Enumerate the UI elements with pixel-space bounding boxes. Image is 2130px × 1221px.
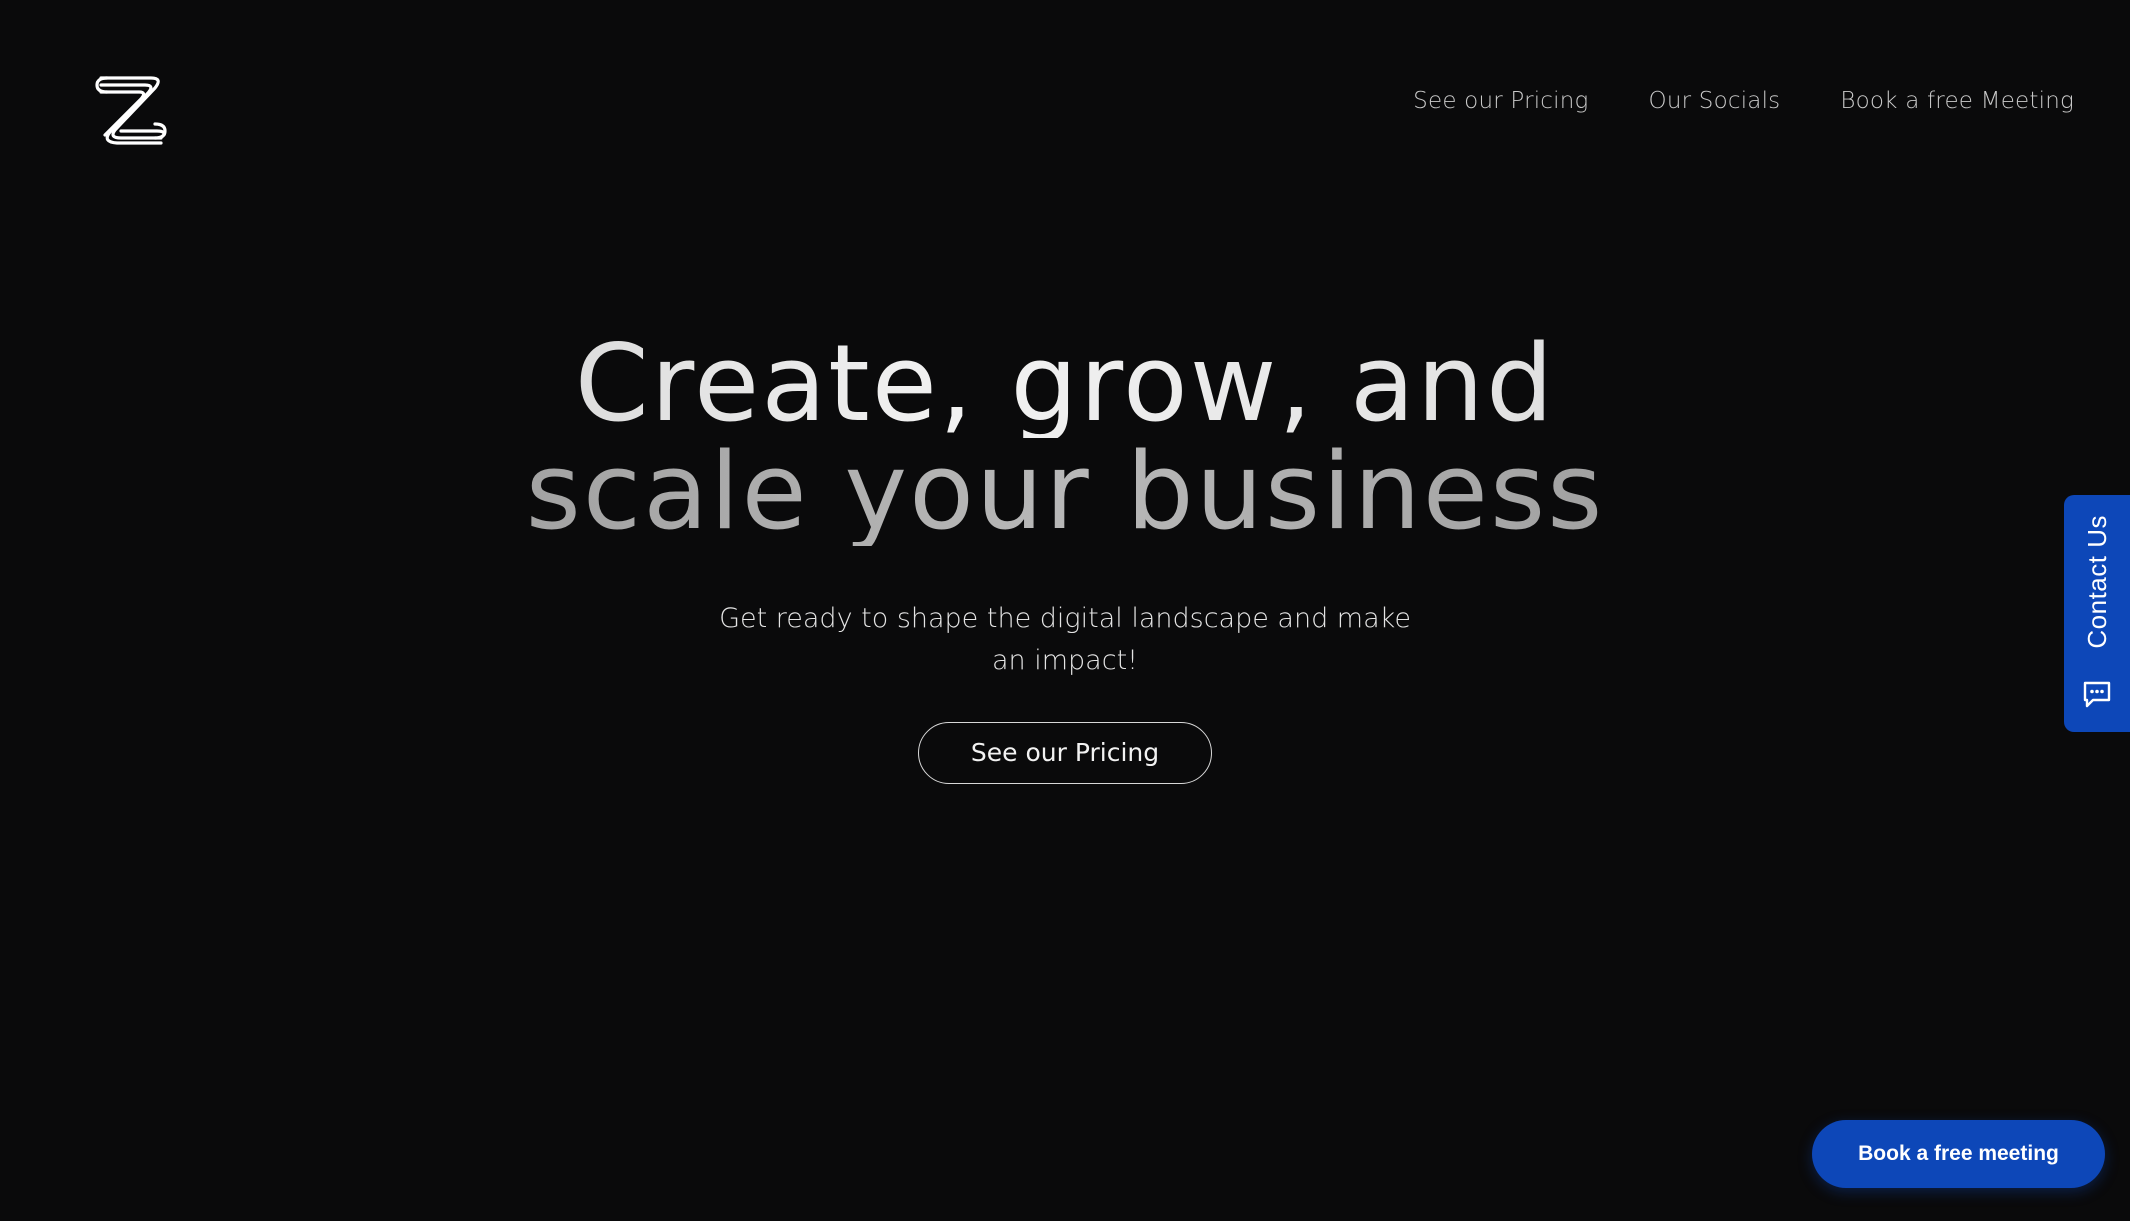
headline-line-1: Create, grow, and [0,330,2130,438]
hero-subtext: Get ready to shape the digital landscape… [719,603,1411,676]
nav-book-free-meeting[interactable]: Book a free Meeting [1840,88,2074,114]
hero-headline: Create, grow, and scale your business [0,330,2130,546]
nav-see-our-pricing[interactable]: See our Pricing [1413,88,1588,114]
hero-section: Create, grow, and scale your business Ge… [0,330,2130,784]
headline-line-2: scale your business [0,438,2130,546]
contact-us-tab[interactable]: Contact Us [2064,495,2130,732]
see-pricing-button[interactable]: See our Pricing [917,722,1213,784]
nav-our-socials[interactable]: Our Socials [1649,88,1781,114]
chat-bubble-icon [2083,681,2111,708]
z-stripes-logo-icon[interactable] [93,72,169,148]
landing-page: See our Pricing Our Socials Book a free … [0,0,2130,1221]
book-free-meeting-button[interactable]: Book a free meeting [1812,1120,2105,1188]
contact-us-label: Contact Us [2081,515,2112,649]
top-nav: See our Pricing Our Socials Book a free … [1413,88,2074,114]
